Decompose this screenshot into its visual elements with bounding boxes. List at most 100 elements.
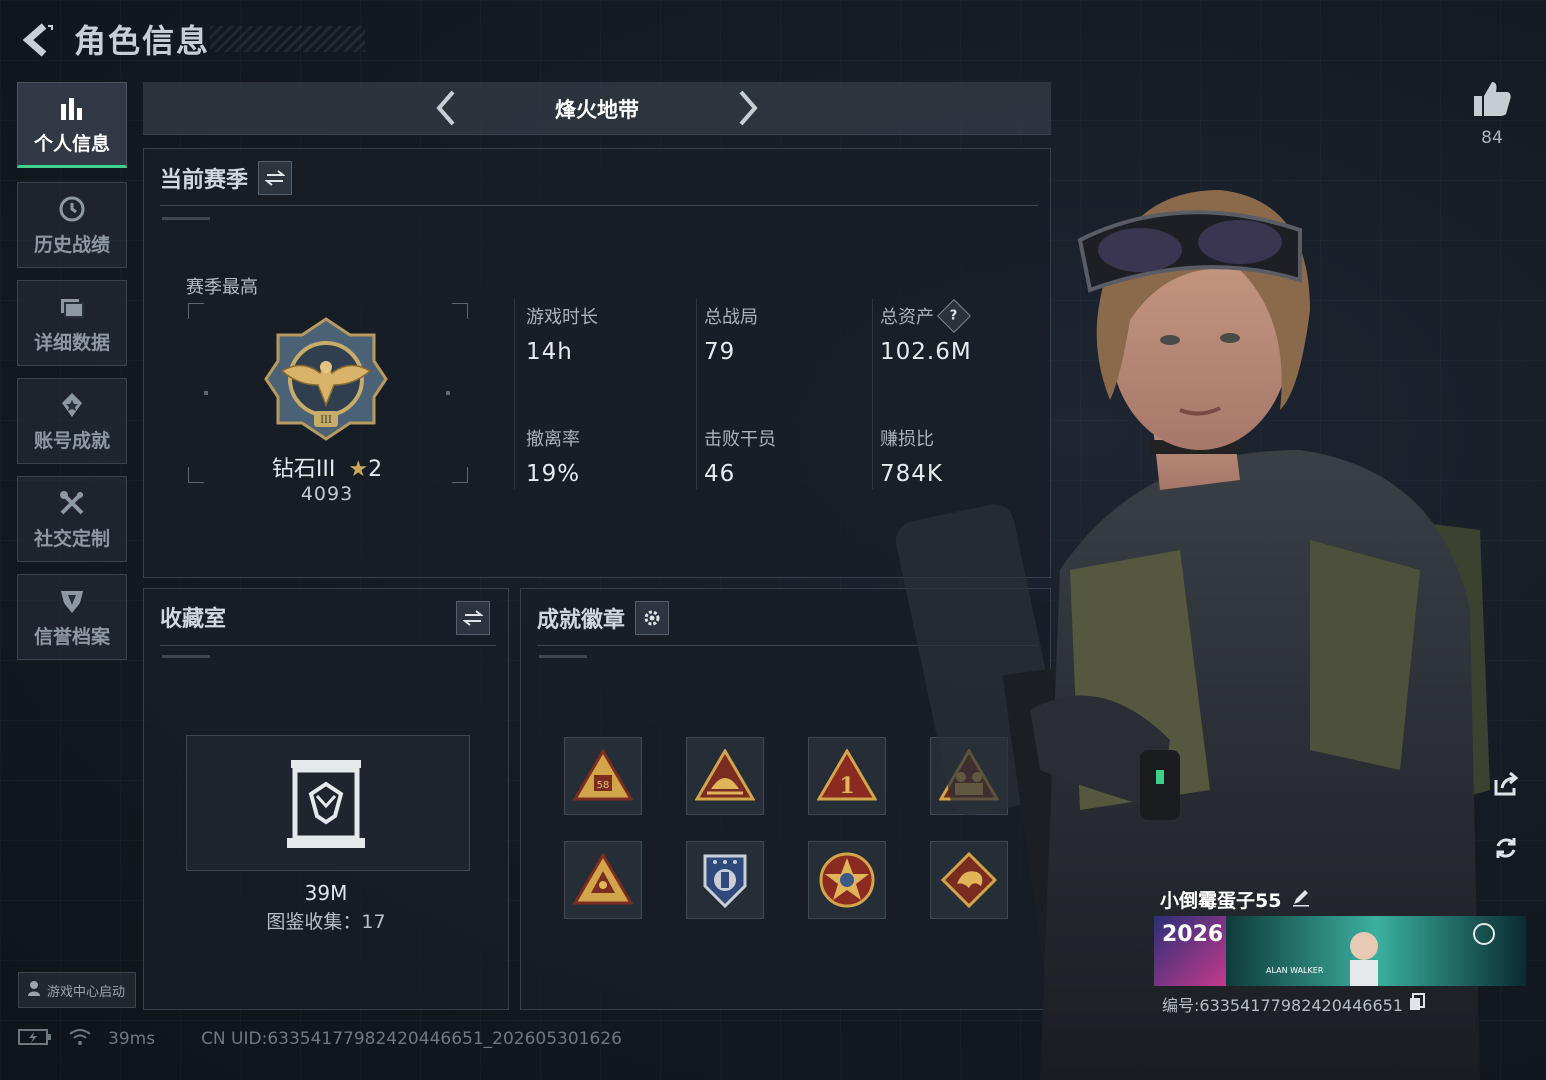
game-center-launch-button[interactable]: 游戏中心启动 bbox=[18, 972, 136, 1008]
clock-icon bbox=[57, 194, 87, 224]
stat-divider bbox=[514, 299, 515, 489]
badge-star-icon[interactable] bbox=[808, 841, 886, 919]
badge-number-one-icon[interactable]: 1 bbox=[808, 737, 886, 815]
badge-triangle-icon[interactable] bbox=[564, 841, 642, 919]
achievement-icon bbox=[57, 390, 87, 420]
stat-divider bbox=[696, 299, 697, 489]
collection-switch-button[interactable] bbox=[456, 601, 490, 635]
player-id-row: 编号:6335417798242044665​1 bbox=[1162, 992, 1425, 1016]
decor-line bbox=[162, 655, 210, 658]
stat-extract-rate: 撤离率 19% bbox=[526, 425, 696, 487]
svg-text:1: 1 bbox=[839, 773, 854, 799]
collection-header: 收藏室 bbox=[160, 601, 492, 635]
stat-total-matches: 总战局 79 bbox=[704, 303, 874, 365]
sidebar-item-label: 详细数据 bbox=[33, 331, 110, 354]
back-button[interactable] bbox=[18, 20, 58, 60]
pencil-icon bbox=[1293, 890, 1310, 907]
stat-play-time: 游戏时长 14h bbox=[526, 303, 696, 365]
stat-label: 击败干员 bbox=[704, 429, 776, 450]
mode-title: 烽火地带 bbox=[555, 98, 639, 122]
svg-text:58: 58 bbox=[597, 780, 610, 791]
nickname-row: 小倒霉蛋子55 bbox=[1160, 886, 1311, 913]
badge-shield-icon[interactable] bbox=[686, 841, 764, 919]
badge-58-icon[interactable]: 58 bbox=[564, 737, 642, 815]
achievements-settings-button[interactable] bbox=[635, 601, 670, 635]
sidebar-item-label: 社交定制 bbox=[33, 527, 110, 550]
collection-value: 39M bbox=[304, 881, 348, 905]
season-switch-button[interactable] bbox=[258, 161, 293, 195]
rank-name: 钻石III bbox=[271, 457, 336, 482]
bar-chart-icon bbox=[57, 93, 87, 123]
stat-value: 46 bbox=[704, 461, 736, 487]
sidebar-item-details[interactable]: 详细数据 bbox=[17, 280, 127, 366]
like-button[interactable] bbox=[1470, 78, 1514, 122]
nickname: 小倒霉蛋子55 bbox=[1160, 890, 1282, 912]
launch-label: 游戏中心启动 bbox=[47, 984, 126, 1000]
sidebar-item-label: 账号成就 bbox=[33, 429, 110, 452]
stat-label: 总战局 bbox=[704, 307, 758, 328]
sidebar-item-reputation[interactable]: 信誉档案 bbox=[17, 574, 127, 660]
rank-stars: 2 bbox=[368, 457, 383, 482]
badge-helmet-icon[interactable] bbox=[686, 737, 764, 815]
thumbs-up-icon bbox=[1474, 82, 1511, 116]
display-case-icon bbox=[287, 758, 365, 854]
sidebar-item-achievements[interactable]: 账号成就 bbox=[17, 378, 127, 464]
banner-tag: ALAN WALKER bbox=[1266, 966, 1324, 975]
achievements-header: 成就徽章 bbox=[537, 601, 670, 635]
tools-icon bbox=[57, 488, 87, 518]
rank-name-row: 钻石III ★2 bbox=[144, 451, 510, 483]
sidebar-item-label: 信誉档案 bbox=[33, 625, 110, 648]
mode-next-button[interactable] bbox=[727, 88, 767, 128]
collection-panel[interactable]: 收藏室 39M 图鉴收集：17 bbox=[143, 588, 509, 1010]
copy-id-button[interactable] bbox=[1409, 993, 1425, 1015]
refresh-icon bbox=[1496, 838, 1516, 858]
achievements-title: 成就徽章 bbox=[537, 608, 626, 633]
stat-value: 79 bbox=[704, 339, 736, 365]
swap-icon bbox=[463, 610, 483, 626]
stat-label: 游戏时长 bbox=[526, 307, 598, 328]
collection-count: 图鉴收集：17 bbox=[266, 911, 386, 933]
sidebar-item-social[interactable]: 社交定制 bbox=[17, 476, 127, 562]
sidebar-item-label: 个人信息 bbox=[33, 132, 110, 155]
stat-operators-defeated: 击败干员 46 bbox=[704, 425, 874, 487]
refresh-button[interactable] bbox=[1486, 828, 1526, 868]
user-icon bbox=[27, 980, 41, 1000]
mode-switcher: 烽火地带 bbox=[143, 82, 1051, 135]
stat-label: 撤离率 bbox=[526, 429, 580, 450]
back-arrow-icon bbox=[22, 23, 53, 57]
sidebar-item-label: 历史战绩 bbox=[33, 233, 110, 256]
uid-text: CN UID:63354177982420446651_202605301626 bbox=[201, 1029, 622, 1049]
share-icon bbox=[1494, 771, 1519, 796]
stat-value: 19% bbox=[526, 461, 581, 487]
stat-value: 14h bbox=[526, 339, 573, 365]
decor-line bbox=[539, 655, 587, 658]
status-bar: 39ms CN UID:63354177982420446651_2026053… bbox=[18, 1026, 622, 1052]
star-icon: ★ bbox=[348, 457, 369, 482]
sidebar-item-personal-info[interactable]: 个人信息 bbox=[17, 82, 127, 168]
share-button[interactable] bbox=[1486, 764, 1526, 804]
profile-banner[interactable]: 2026 ALAN WALKER bbox=[1154, 916, 1526, 986]
chevron-right-icon bbox=[739, 90, 758, 126]
svg-text:III: III bbox=[320, 415, 332, 426]
swap-icon bbox=[265, 170, 286, 186]
like-count: 84 bbox=[1481, 128, 1503, 148]
player-id: 编号:6335417798242044665​1 bbox=[1162, 996, 1403, 1015]
rank-points: 4093 bbox=[300, 483, 354, 505]
page-title: 角色信息 bbox=[74, 22, 211, 60]
title-decoration bbox=[210, 26, 365, 52]
collection-display bbox=[186, 735, 470, 871]
divider bbox=[160, 645, 496, 646]
sidebar-item-history[interactable]: 历史战绩 bbox=[17, 182, 127, 268]
season-best-label: 赛季最高 bbox=[186, 277, 258, 298]
edit-nickname-button[interactable] bbox=[1291, 887, 1311, 912]
gear-icon bbox=[644, 610, 660, 626]
banner-year: 2026 bbox=[1162, 922, 1224, 947]
wifi-icon bbox=[68, 1028, 92, 1051]
rank-emblem-icon: III bbox=[262, 315, 390, 443]
season-title: 当前赛季 bbox=[160, 168, 249, 193]
collection-title: 收藏室 bbox=[160, 607, 227, 632]
decor-line bbox=[162, 217, 210, 220]
folder-icon bbox=[57, 292, 87, 322]
season-header: 当前赛季 bbox=[160, 161, 293, 195]
copy-icon bbox=[1410, 993, 1425, 1010]
